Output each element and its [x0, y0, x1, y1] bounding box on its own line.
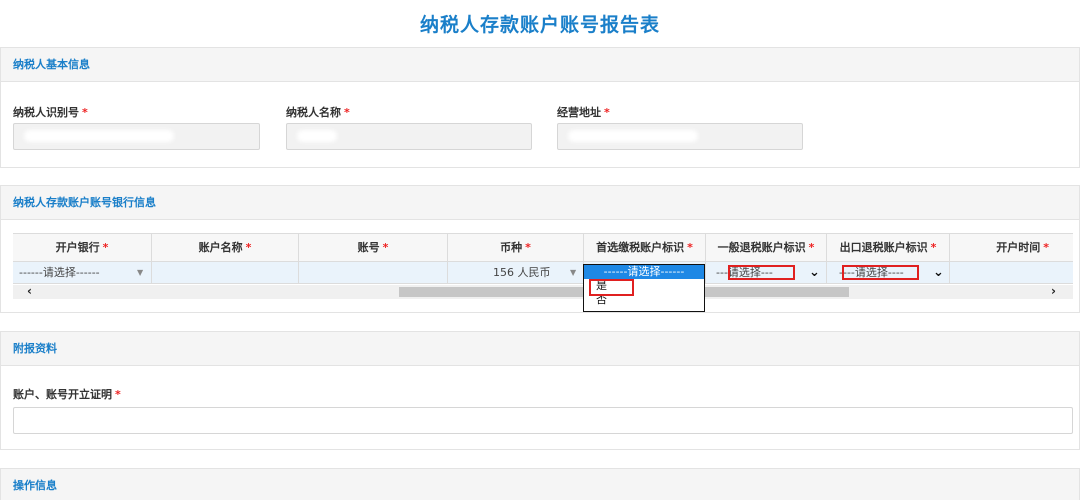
taxpayer-name-input[interactable] — [286, 123, 532, 150]
open-date-cell[interactable] — [950, 262, 1073, 283]
redacted-value — [24, 130, 174, 142]
bank-info-header: 纳税人存款账户账号银行信息 — [1, 186, 1079, 220]
column-header-export-refund-account: 出口退税账户标识 * — [827, 234, 950, 262]
highlight-box — [842, 265, 919, 280]
column-header-account-number: 账号 * — [299, 234, 448, 262]
business-address-label: 经营地址 * — [557, 106, 610, 119]
dropdown-selected-option[interactable]: ------请选择------ — [584, 265, 704, 279]
highlight-box — [728, 265, 795, 280]
operation-header: 操作信息 — [1, 469, 1079, 500]
attachment-header: 附报资料 — [1, 332, 1079, 366]
account-number-cell[interactable] — [299, 262, 448, 283]
account-opening-proof-label: 账户、账号开立证明 * — [13, 388, 121, 401]
redacted-value — [297, 130, 337, 142]
taxpayer-id-label: 纳税人识别号 * — [13, 106, 88, 119]
page-title: 纳税人存款账户账号报告表 — [419, 14, 660, 36]
redacted-value — [568, 130, 698, 142]
table-row: ------请选择------ ▼ 156 人民币 ▼ ---请选择--- ⌄ … — [13, 262, 1073, 284]
bank-select[interactable]: ------请选择------ ▼ — [13, 262, 152, 283]
operation-panel: 操作信息 — [0, 468, 1080, 500]
account-name-cell[interactable] — [152, 262, 299, 283]
basic-info-panel: 纳税人基本信息 纳税人识别号 * 纳税人名称 * 经营地址 * — [0, 47, 1080, 168]
basic-info-header: 纳税人基本信息 — [1, 48, 1079, 82]
column-header-bank: 开户银行 * — [13, 234, 152, 262]
column-header-primary-tax-account: 首选缴税账户标识 * — [584, 234, 706, 262]
attachment-panel: 附报资料 账户、账号开立证明 * — [0, 331, 1080, 450]
highlight-box — [589, 279, 634, 296]
column-header-general-refund-account: 一般退税账户标识 * — [706, 234, 827, 262]
scroll-right-icon[interactable]: › — [1051, 284, 1056, 298]
bank-info-panel: 纳税人存款账户账号银行信息 开户银行 * 账户名称 * 账号 * 币种 * 首选缴税账户… — [0, 185, 1080, 313]
taxpayer-id-input[interactable] — [13, 123, 260, 150]
chevron-down-icon: ⌄ — [809, 265, 820, 280]
currency-select[interactable]: 156 人民币 ▼ — [448, 262, 584, 283]
column-header-open-date: 开户时间 * — [996, 241, 1049, 254]
bank-account-table: 开户银行 * 账户名称 * 账号 * 币种 * 首选缴税账户标识 * 一般退税账户标识 * … — [13, 233, 1073, 299]
dropdown-triangle-icon: ▼ — [570, 268, 577, 277]
column-header-account-name: 账户名称 * — [152, 234, 299, 262]
taxpayer-name-label: 纳税人名称 * — [286, 106, 350, 119]
dropdown-triangle-icon: ▼ — [137, 268, 144, 277]
column-header-currency: 币种 * — [448, 234, 584, 262]
business-address-input[interactable] — [557, 123, 803, 150]
chevron-down-icon: ⌄ — [933, 265, 944, 280]
account-opening-proof-input[interactable] — [13, 407, 1073, 434]
primary-tax-account-dropdown: ------请选择------ 是 否 — [583, 264, 705, 312]
scroll-left-icon[interactable]: ‹ — [27, 284, 32, 298]
table-header-row: 开户银行 * 账户名称 * 账号 * 币种 * 首选缴税账户标识 * 一般退税账户标识 * … — [13, 233, 1073, 262]
horizontal-scrollbar[interactable]: ‹ › — [13, 284, 1073, 299]
